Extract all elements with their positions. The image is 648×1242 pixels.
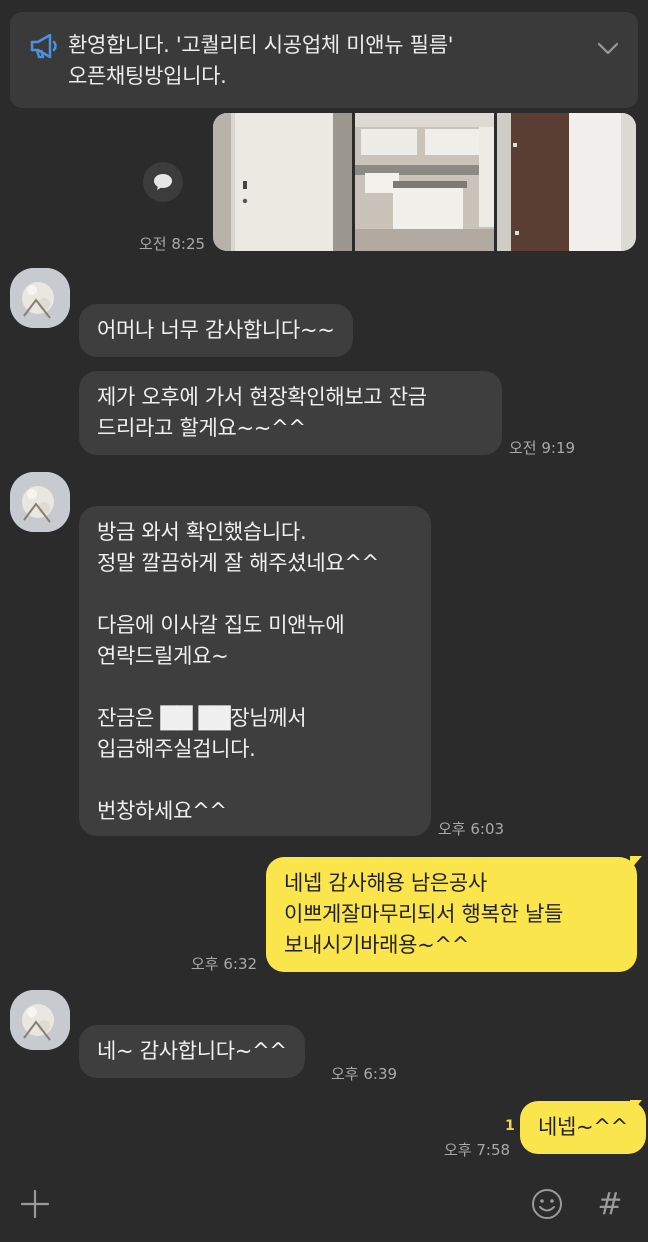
avatar[interactable] bbox=[10, 268, 70, 328]
megaphone-icon bbox=[30, 33, 57, 59]
bubble-tail bbox=[630, 856, 642, 870]
speech-bubble-icon bbox=[154, 174, 172, 190]
message-bubble-mine: 네넵~^^ bbox=[520, 1101, 646, 1154]
message-time: 오전 9:19 bbox=[509, 439, 576, 457]
message-bubble: 제가 오후에 가서 현장확인해보고 잔금 드리라고 할게요~~^^ bbox=[79, 371, 502, 455]
chevron-down-icon[interactable] bbox=[596, 36, 620, 60]
message-time: 오후 6:39 bbox=[331, 1065, 398, 1083]
message-time: 오후 7:58 bbox=[444, 1141, 511, 1159]
photo-group[interactable] bbox=[213, 113, 636, 251]
photo-thumbnail[interactable] bbox=[497, 113, 636, 251]
photo-thumbnail[interactable] bbox=[213, 113, 352, 251]
message-time: 오후 6:03 bbox=[438, 820, 505, 838]
emoji-icon[interactable] bbox=[527, 1184, 567, 1224]
avatar[interactable] bbox=[10, 990, 70, 1050]
message-bubble-mine: 네넵 감사해용 남은공사 이쁘게잘마무리되서 행복한 날들 보내시기바래용~^^ bbox=[266, 857, 637, 972]
unread-count: 1 bbox=[505, 1118, 515, 1134]
message-bubble: 방금 와서 확인했습니다. 정말 깔끔하게 잘 해주셨네요^^ 다음에 이사갈 … bbox=[79, 506, 431, 836]
message-bubble: 어머나 너무 감사합니다~~ bbox=[79, 304, 353, 357]
message-time: 오전 8:25 bbox=[139, 235, 206, 253]
bubble-tail bbox=[630, 1100, 642, 1114]
avatar[interactable] bbox=[10, 472, 70, 532]
input-bar: # bbox=[0, 1168, 648, 1242]
notice-banner[interactable]: 환영합니다. '고퀄리티 시공업체 미앤뉴 필름' 오픈채팅방입니다. bbox=[10, 12, 638, 108]
message-bubble: 네~ 감사합니다~^^ bbox=[79, 1025, 305, 1078]
share-button[interactable] bbox=[143, 162, 183, 202]
plus-icon[interactable] bbox=[15, 1184, 55, 1224]
photo-thumbnail[interactable] bbox=[355, 113, 494, 251]
message-time: 오후 6:32 bbox=[191, 955, 258, 973]
hashtag-button[interactable]: # bbox=[590, 1184, 630, 1224]
notice-text: 환영합니다. '고퀄리티 시공업체 미앤뉴 필름' 오픈채팅방입니다. bbox=[68, 33, 454, 88]
